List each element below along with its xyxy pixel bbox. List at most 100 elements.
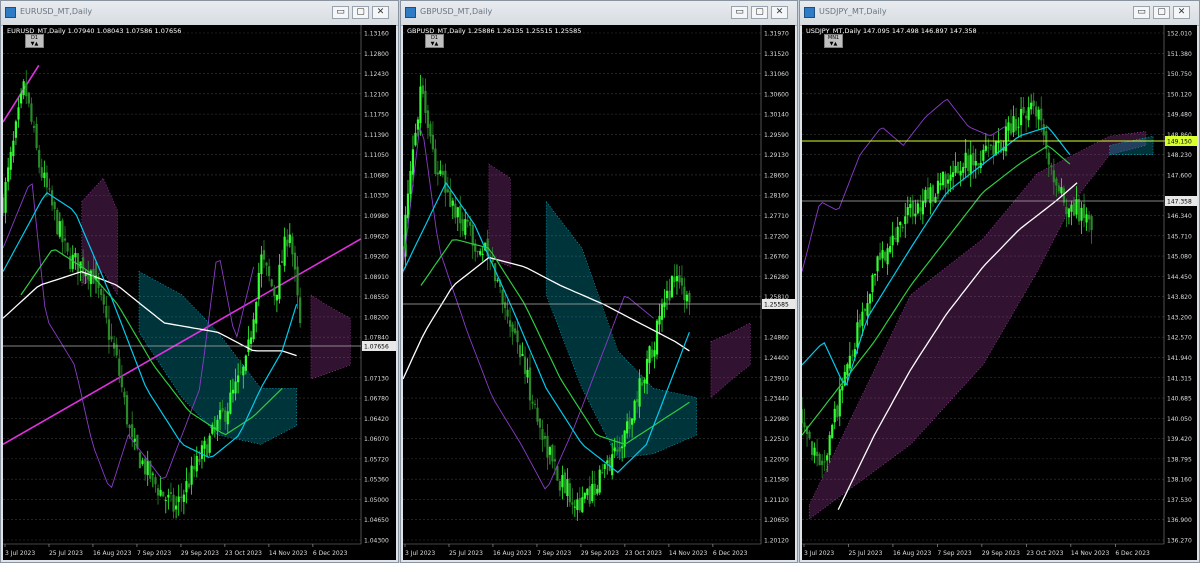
time-axis-label: 23 Oct 2023 [625, 550, 662, 557]
minimize-button[interactable]: ▭ [1133, 6, 1150, 19]
candle-body [146, 460, 149, 476]
timeframe-arrows-icon[interactable]: ▼▲ [825, 41, 842, 47]
candle-body [195, 456, 198, 472]
candle-body [1019, 109, 1023, 126]
candle-body [156, 488, 160, 496]
candle-body [133, 438, 136, 442]
candle-body [618, 447, 621, 452]
candle-body [1027, 107, 1030, 121]
candle-body [531, 401, 534, 404]
candle-body [583, 492, 586, 499]
price-chart-svg[interactable]: 1.31970 1.31520 1.31060 1.30600 1.30140 1.295… [403, 25, 795, 560]
maximize-button[interactable]: ▢ [1153, 6, 1170, 19]
timeframe-arrows-icon[interactable]: ▼▲ [426, 41, 443, 47]
candle-body [1065, 207, 1068, 215]
candle-body [631, 418, 634, 425]
candle-body [469, 221, 472, 226]
candle-body [4, 182, 7, 213]
candle-body [810, 441, 814, 455]
price-axis-label: 1.10330 [364, 193, 389, 200]
candle-body [911, 200, 914, 217]
candle-body [58, 221, 61, 237]
candle-body [45, 172, 49, 188]
timeframe-selector[interactable]: MN1 ▼▲ [824, 34, 843, 48]
candle-body [969, 154, 972, 175]
price-axis-label: 1.07840 [364, 335, 389, 342]
candle-body [660, 304, 664, 320]
candle-body [283, 236, 286, 266]
candle-body [244, 355, 247, 371]
chart-canvas[interactable]: 1.31970 1.31520 1.31060 1.30600 1.30140 1.295… [403, 25, 795, 560]
candle-body [19, 93, 23, 104]
candle-body [977, 163, 980, 166]
candle-body [957, 161, 960, 174]
price-axis-label: 145.080 [1167, 254, 1192, 261]
close-button[interactable]: ✕ [372, 6, 389, 19]
candle-body [546, 436, 549, 458]
candle-body [100, 289, 103, 295]
price-axis-label: 145.710 [1167, 233, 1192, 240]
candle-body [884, 251, 887, 261]
timeframe-selector[interactable]: D1 ▼▲ [25, 34, 44, 48]
price-axis-label: 152.010 [1167, 31, 1192, 38]
candle-body [931, 185, 935, 201]
window-titlebar[interactable]: GBPUSD_MT,Daily ▭ ▢ ✕ [401, 1, 797, 26]
candle-body [608, 457, 611, 471]
candle-body [633, 400, 636, 421]
candle-body [967, 155, 970, 172]
candle-body [904, 216, 907, 225]
candle-body [601, 472, 604, 474]
time-axis-label: 6 Dec 2023 [313, 550, 348, 557]
close-button[interactable]: ✕ [1173, 6, 1190, 19]
time-axis-label: 25 Jul 2023 [49, 550, 83, 557]
candle-body [461, 219, 464, 231]
candle-body [22, 81, 25, 96]
candle-body [255, 302, 258, 324]
timeframe-arrows-icon[interactable]: ▼▲ [26, 41, 43, 47]
candle-body [536, 407, 539, 422]
price-axis-label: 1.23910 [764, 375, 789, 382]
price-chart-svg[interactable]: 1.13160 1.12800 1.12430 1.12100 1.11750 1.113… [3, 25, 396, 560]
close-button[interactable]: ✕ [771, 6, 788, 19]
price-axis-label: 142.570 [1167, 335, 1192, 342]
candle-body [962, 167, 965, 173]
minimize-button[interactable]: ▭ [332, 6, 349, 19]
price-axis-label: 1.26760 [764, 254, 789, 261]
candle-body [107, 319, 111, 340]
candle-body [511, 324, 514, 332]
candle-body [61, 220, 64, 243]
candle-body [538, 418, 542, 428]
candle-body [914, 213, 917, 217]
price-axis-label: 1.11050 [364, 152, 389, 159]
chart-window-gbpusd[interactable]: GBPUSD_MT,Daily ▭ ▢ ✕ 1.31970 1.31520 1.31… [400, 0, 798, 563]
price-axis-label: 1.04650 [364, 517, 389, 524]
candle-body [436, 172, 439, 175]
price-axis-label: 1.12800 [364, 51, 389, 58]
chart-canvas[interactable]: 1.13160 1.12800 1.12430 1.12100 1.11750 1.113… [3, 25, 396, 560]
candle-body [561, 475, 564, 488]
window-titlebar[interactable]: USDJPY_MT,Daily ▭ ▢ ✕ [800, 1, 1199, 26]
maximize-button[interactable]: ▢ [352, 6, 369, 19]
candle-body [863, 308, 867, 312]
maximize-button[interactable]: ▢ [751, 6, 768, 19]
candle-body [808, 431, 811, 439]
window-titlebar[interactable]: EURUSD_MT,Daily ▭ ▢ ✕ [1, 1, 398, 26]
chart-canvas[interactable]: 152.010 151.380 150.750 150.120 149.480 148.8… [802, 25, 1197, 560]
minimize-button[interactable]: ▭ [731, 6, 748, 19]
price-axis-label: 143.820 [1167, 294, 1192, 301]
price-axis-label: 1.05720 [364, 456, 389, 463]
price-axis-label: 149.480 [1167, 112, 1192, 119]
candle-body [941, 171, 945, 186]
price-axis-label: 137.530 [1167, 497, 1192, 504]
candle-body [206, 444, 209, 457]
candle-body [32, 125, 36, 128]
chart-window-eurusd[interactable]: EURUSD_MT,Daily ▭ ▢ ✕ 1.13160 1.12800 1.12… [0, 0, 399, 563]
candle-body [237, 375, 240, 383]
chart-window-usdjpy[interactable]: USDJPY_MT,Daily ▭ ▢ ✕ 152.010 151.380 150.… [799, 0, 1200, 563]
candle-body [69, 256, 72, 269]
candle-body [25, 83, 28, 97]
timeframe-selector[interactable]: D1 ▼▲ [425, 34, 444, 48]
price-axis-label: 1.31060 [764, 71, 789, 78]
chart-window-icon [804, 7, 815, 18]
price-chart-svg[interactable]: 152.010151.380150.750150.120149.480148.8… [802, 25, 1197, 560]
